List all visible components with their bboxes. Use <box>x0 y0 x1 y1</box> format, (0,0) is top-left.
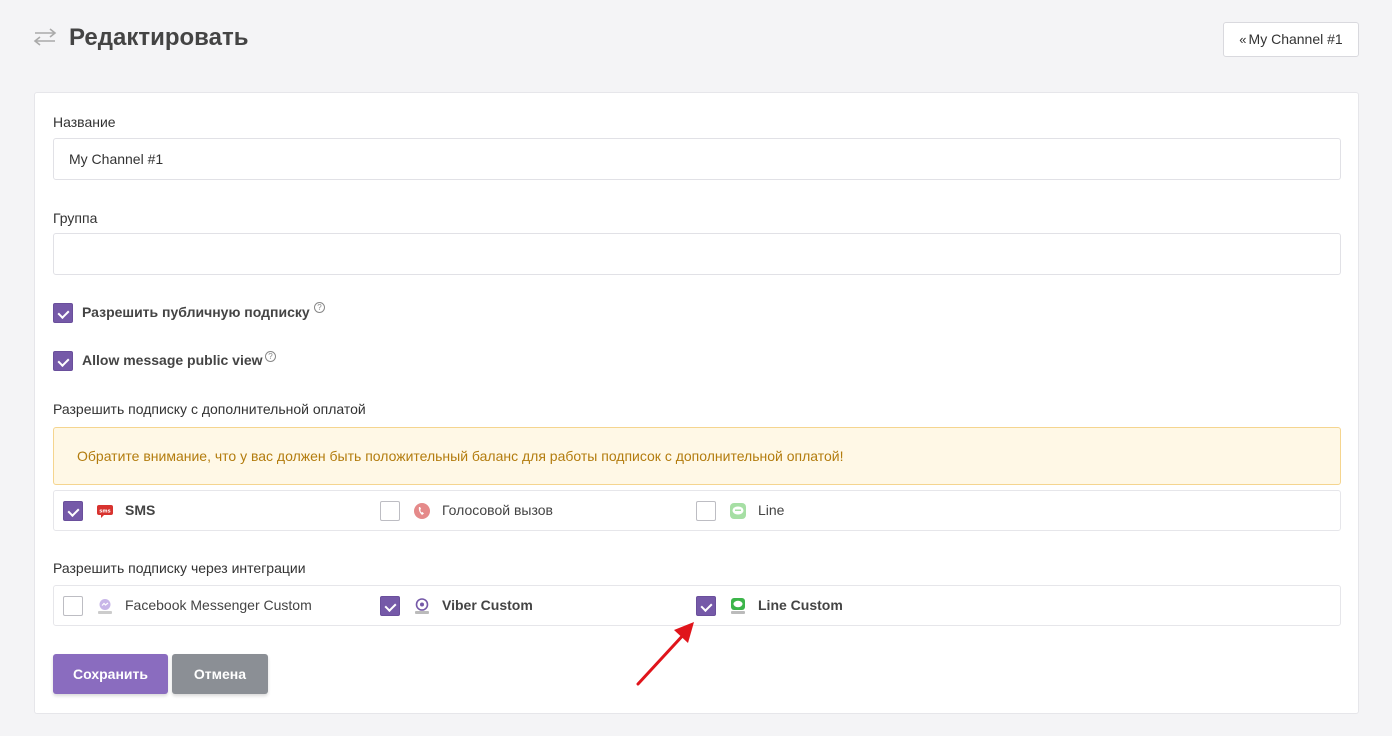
save-button[interactable]: Сохранить <box>53 654 168 694</box>
cancel-button[interactable]: Отмена <box>172 654 268 694</box>
help-icon[interactable]: ? <box>314 302 325 313</box>
public-view-checkbox[interactable] <box>53 351 73 371</box>
sms-icon: sms <box>97 505 113 518</box>
annotation-arrow <box>636 622 694 686</box>
paid-options-row: sms SMS Голосовой вызов Line <box>53 490 1341 531</box>
balance-notice: Обратите внимание, что у вас должен быть… <box>53 427 1341 485</box>
group-input[interactable] <box>53 233 1341 275</box>
voice-call-checkbox[interactable] <box>380 501 400 521</box>
page-header: Редактировать «My Channel #1 <box>0 0 1392 80</box>
public-view-label: Allow message public view <box>82 352 263 368</box>
public-subscribe-label: Разрешить публичную подписку <box>82 304 310 320</box>
integrations-label: Разрешить подписку через интеграции <box>53 560 306 576</box>
viber-custom-checkbox[interactable] <box>380 596 400 616</box>
sms-checkbox[interactable] <box>63 501 83 521</box>
name-label: Название <box>53 114 116 130</box>
line-icon <box>730 503 746 519</box>
svg-text:sms: sms <box>99 509 110 515</box>
phone-icon <box>414 503 430 519</box>
messenger-custom-checkbox[interactable] <box>63 596 83 616</box>
viber-icon <box>415 598 429 614</box>
back-button-label: My Channel #1 <box>1248 31 1343 47</box>
viber-custom-label: Viber Custom <box>442 597 533 613</box>
group-label: Группа <box>53 210 98 226</box>
line-custom-checkbox[interactable] <box>696 596 716 616</box>
double-chevron-left-icon: « <box>1239 32 1247 47</box>
notice-text: Обратите внимание, что у вас должен быть… <box>77 448 844 464</box>
swap-arrows-icon <box>33 28 57 46</box>
line-icon <box>731 598 745 614</box>
voice-call-label: Голосовой вызов <box>442 502 553 518</box>
page-title: Редактировать <box>69 24 249 51</box>
name-input[interactable] <box>53 138 1341 180</box>
messenger-custom-label: Facebook Messenger Custom <box>125 597 312 613</box>
back-to-channel-button[interactable]: «My Channel #1 <box>1223 22 1359 57</box>
sms-label: SMS <box>125 502 156 518</box>
paid-subscription-label: Разрешить подписку с дополнительной опла… <box>53 401 366 417</box>
line-checkbox[interactable] <box>696 501 716 521</box>
line-custom-label: Line Custom <box>758 597 843 613</box>
help-icon[interactable]: ? <box>265 351 276 362</box>
messenger-icon <box>98 599 112 614</box>
line-label: Line <box>758 502 785 518</box>
public-subscribe-checkbox[interactable] <box>53 303 73 323</box>
